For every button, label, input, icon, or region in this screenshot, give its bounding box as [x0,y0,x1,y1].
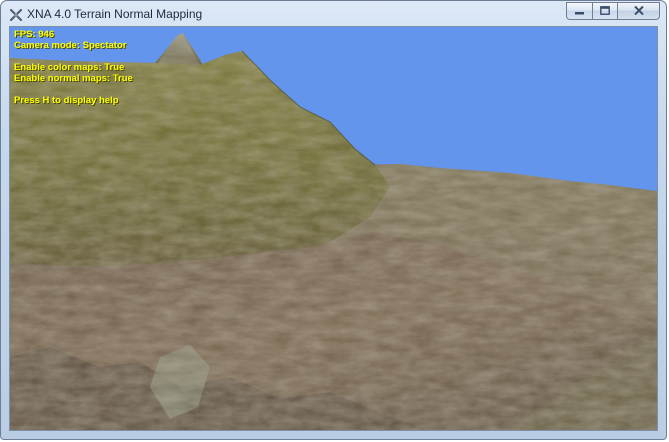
close-icon [633,2,644,20]
app-window: XNA 4.0 Terrain Normal Mapping FPS: 946 … [0,0,667,440]
hud-overlay: FPS: 946 Camera mode: Spectator Enable c… [14,29,133,106]
minimize-button[interactable] [566,2,592,20]
normal-maps-status: Enable normal maps: True [14,73,133,84]
close-button[interactable] [617,2,660,20]
window-title: XNA 4.0 Terrain Normal Mapping [27,7,203,21]
xna-app-icon [9,8,23,22]
fps-counter: FPS: 946 [14,29,55,40]
maximize-button[interactable] [592,2,617,20]
game-viewport[interactable]: FPS: 946 Camera mode: Spectator Enable c… [9,26,658,431]
caption-buttons [566,2,660,21]
help-hint: Press H to display help [14,95,119,106]
camera-mode-text: Camera mode: Spectator [14,40,127,51]
maximize-icon [600,2,610,20]
color-maps-status: Enable color maps: True [14,62,125,73]
minimize-icon [575,2,584,20]
title-bar[interactable]: XNA 4.0 Terrain Normal Mapping [1,1,666,26]
